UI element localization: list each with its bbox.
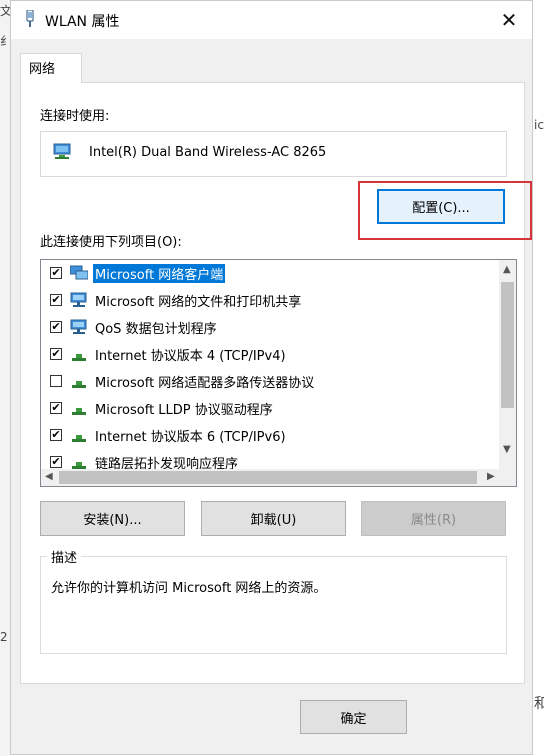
checkbox[interactable] [50, 375, 62, 387]
scroll-up-icon[interactable]: ▲ [503, 264, 511, 275]
item-label: Internet 协议版本 6 (TCP/IPv6) [95, 430, 286, 445]
protocol-icon [72, 435, 86, 442]
file-sharing-icon [70, 292, 87, 307]
description-title: 描述 [47, 547, 82, 566]
checkbox[interactable]: ✔ [50, 321, 62, 333]
tab-network[interactable]: 网络 [20, 53, 82, 83]
adapter-display: Intel(R) Dual Band Wireless-AC 8265 [40, 131, 507, 177]
background-window-right: ic 和 [534, 0, 544, 756]
check-mark: ✔ [51, 428, 61, 441]
connect-using-label: 连接时使用: [40, 109, 110, 124]
configure-button[interactable]: 配置(C)... [377, 189, 505, 224]
components-listbox[interactable]: ✔ Microsoft 网络客户端 ✔ Microsoft 网络的文件和打印机共… [40, 259, 517, 487]
uninstall-label: 卸载(U) [250, 513, 297, 528]
item-label: Microsoft 网络的文件和打印机共享 [95, 295, 302, 310]
items-section-label: 此连接使用下列项目(O): [40, 235, 182, 250]
close-icon: ✕ [500, 8, 518, 32]
title-bar[interactable]: WLAN 属性 ✕ [11, 1, 532, 39]
scroll-thumb[interactable] [501, 282, 514, 408]
ok-button[interactable]: 确定 [300, 700, 407, 734]
item-label: QoS 数据包计划程序 [95, 322, 217, 337]
description-group: 描述 允许你的计算机访问 Microsoft 网络上的资源。 [40, 547, 507, 654]
scroll-down-icon[interactable]: ▼ [503, 444, 511, 455]
checkbox[interactable]: ✔ [50, 267, 62, 279]
checkbox[interactable]: ✔ [50, 429, 62, 441]
item-label: Microsoft 网络客户端 [93, 264, 226, 283]
wifi-adapter-icon [26, 10, 34, 27]
background-window-left: 文 纟 2 [0, 0, 12, 756]
network-adapter-icon [53, 143, 71, 159]
check-mark: ✔ [51, 293, 61, 306]
window-title: WLAN 属性 [45, 14, 120, 30]
install-label: 安装(N)... [83, 513, 142, 528]
description-text: 允许你的计算机访问 Microsoft 网络上的资源。 [51, 581, 327, 596]
list-item[interactable]: ✔ Internet 协议版本 6 (TCP/IPv6) [41, 422, 495, 449]
item-label: Microsoft LLDP 协议驱动程序 [95, 403, 273, 418]
vertical-scrollbar[interactable]: ▲ ▼ [499, 260, 516, 469]
check-mark: ✔ [51, 320, 61, 333]
tab-label: 网络 [29, 62, 56, 77]
checkbox[interactable]: ✔ [50, 348, 62, 360]
adapter-name: Intel(R) Dual Band Wireless-AC 8265 [89, 145, 327, 160]
checkbox[interactable]: ✔ [50, 402, 62, 414]
protocol-icon [72, 408, 86, 415]
list-item[interactable]: ✔ Microsoft LLDP 协议驱动程序 [41, 395, 495, 422]
item-label: Microsoft 网络适配器多路传送器协议 [95, 376, 315, 391]
properties-label: 属性(R) [410, 513, 457, 528]
protocol-icon [72, 462, 86, 469]
list-item[interactable]: ✔ Microsoft 网络的文件和打印机共享 [41, 287, 495, 314]
list-item[interactable]: ✔ Internet 协议版本 4 (TCP/IPv4) [41, 341, 495, 368]
wlan-properties-dialog: WLAN 属性 ✕ 网络 连接时使用: Intel(R) Dual Band W… [10, 0, 533, 755]
list-item[interactable]: ✔ QoS 数据包计划程序 [41, 314, 495, 341]
scroll-thumb[interactable] [59, 471, 477, 484]
ok-label: 确定 [340, 711, 367, 727]
checkbox[interactable]: ✔ [50, 456, 62, 468]
network-client-icon [70, 265, 88, 280]
check-mark: ✔ [51, 455, 61, 468]
scroll-left-icon[interactable]: ◀ [45, 471, 53, 482]
check-mark: ✔ [51, 266, 61, 279]
configure-label: 配置(C)... [412, 201, 470, 216]
network-tab-panel: 连接时使用: Intel(R) Dual Band Wireless-AC 82… [20, 82, 532, 684]
background-text: 和 [534, 696, 544, 712]
protocol-icon [72, 381, 86, 388]
list-item[interactable]: Microsoft 网络适配器多路传送器协议 [41, 368, 495, 395]
scroll-right-icon[interactable]: ▶ [487, 471, 495, 482]
protocol-icon [72, 354, 86, 361]
qos-icon [70, 319, 87, 334]
check-mark: ✔ [51, 401, 61, 414]
properties-button[interactable]: 属性(R) [361, 501, 506, 536]
background-text: 2 [0, 630, 8, 644]
horizontal-scrollbar[interactable]: ◀ ▶ [41, 469, 516, 486]
background-text: ic [534, 118, 544, 132]
list-item[interactable]: ✔ Microsoft 网络客户端 [41, 260, 495, 287]
uninstall-button[interactable]: 卸载(U) [201, 501, 346, 536]
item-label: Internet 协议版本 4 (TCP/IPv4) [95, 349, 286, 364]
check-mark: ✔ [51, 347, 61, 360]
close-button[interactable]: ✕ [486, 1, 532, 39]
install-button[interactable]: 安装(N)... [40, 501, 185, 536]
checkbox[interactable]: ✔ [50, 294, 62, 306]
